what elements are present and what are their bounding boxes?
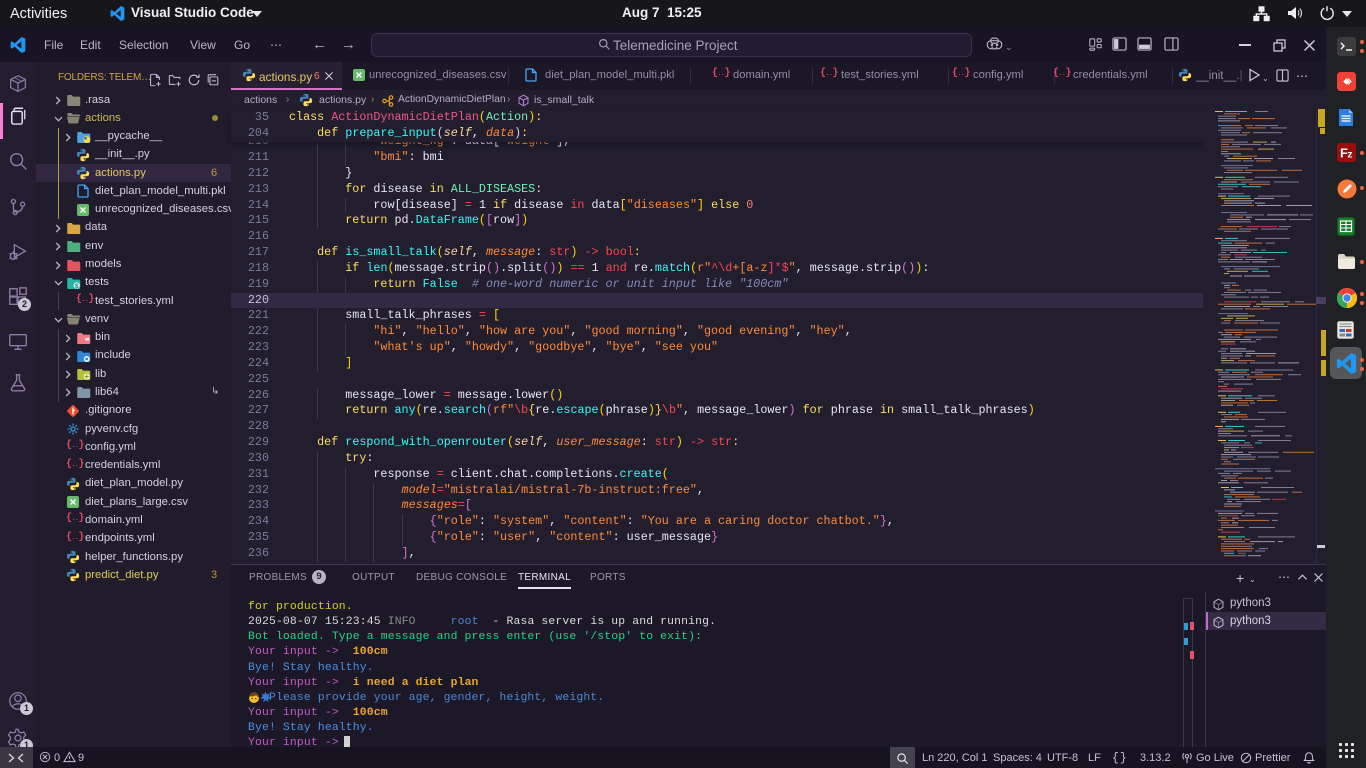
svg-text:$: $ <box>75 283 79 290</box>
svg-text:z: z <box>1347 150 1352 161</box>
